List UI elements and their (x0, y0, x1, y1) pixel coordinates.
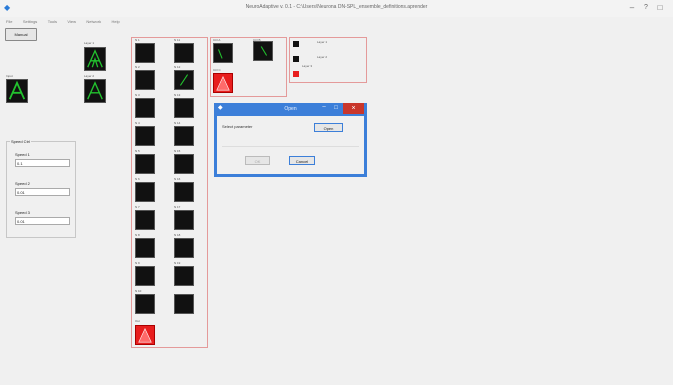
legend-swatch (293, 56, 299, 62)
neuron-tile[interactable] (174, 154, 194, 174)
neuron-tile[interactable] (135, 182, 155, 202)
tile-label: N 17 (174, 205, 181, 209)
neuron-tile[interactable] (135, 70, 155, 90)
menu-file[interactable]: File (6, 18, 12, 26)
legend-label: Layer 3 (302, 64, 313, 68)
menu-help[interactable]: Help (111, 18, 119, 26)
line-glyph-icon (260, 46, 268, 56)
neuron-tile[interactable] (174, 182, 194, 202)
dialog-close-button[interactable]: × (343, 103, 364, 114)
help-button[interactable]: ? (640, 3, 652, 13)
output-neuron-tile-active[interactable] (135, 325, 155, 345)
tile-label: N 18 (174, 233, 181, 237)
ok-button[interactable]: OK (245, 156, 270, 165)
triangle-glyph-icon (87, 49, 103, 68)
neuron-tile[interactable] (135, 210, 155, 230)
speed1-label: Speed 1 (15, 152, 30, 157)
tile-label: N 6 (135, 177, 140, 181)
speed3-label: Speed 3 (15, 210, 30, 215)
dialog-prompt: Select parameter (222, 124, 253, 129)
title-bar: ◆ NeuroAdaptive v. 0.1 - C:\Users\Neuron… (0, 0, 673, 17)
speed2-label: Speed 2 (15, 181, 30, 186)
tile-label: Ctrl A (213, 38, 221, 42)
tile-label: N 9 (135, 261, 140, 265)
legend-swatch (293, 41, 299, 47)
neuron-tile[interactable] (174, 43, 194, 63)
triangle-glyph-icon (216, 76, 230, 91)
control-neuron-tile-active[interactable] (213, 73, 233, 93)
menu-bar: File Settings Tools View Network Help (0, 18, 123, 26)
maximize-button[interactable]: □ (654, 3, 666, 13)
legend-swatch (293, 71, 299, 77)
window-title: NeuroAdaptive v. 0.1 - C:\Users\Neurona … (245, 4, 428, 10)
neuron-tile[interactable] (135, 238, 155, 258)
tile-label: N 19 (174, 261, 181, 265)
tile-label: N 13 (174, 93, 181, 97)
tile-label: N 4 (135, 121, 140, 125)
neuron-tile[interactable] (135, 43, 155, 63)
neuron-tile[interactable] (174, 266, 194, 286)
dialog-body: Select parameter Open OK Cancel (217, 116, 364, 174)
neuron-tile[interactable] (174, 98, 194, 118)
dialog-minimize-button[interactable]: – (318, 103, 330, 113)
input-neuron-tile[interactable] (6, 79, 28, 103)
neuron-tile[interactable] (135, 126, 155, 146)
open-dialog: ◆ Open – □ × Select parameter Open OK Ca… (214, 103, 367, 177)
tile-label: N 16 (174, 177, 181, 181)
neuron-tile[interactable] (174, 210, 194, 230)
menu-network[interactable]: Network (86, 18, 101, 26)
speed1-input[interactable]: 0.1 (15, 159, 70, 167)
divider (222, 146, 359, 147)
tile-label: N 11 (174, 38, 181, 42)
neuron-tile[interactable] (174, 238, 194, 258)
tile-label: N 7 (135, 205, 140, 209)
tile-label: N 3 (135, 93, 140, 97)
cancel-button[interactable]: Cancel (289, 156, 315, 165)
manual-button[interactable]: Manual (5, 28, 37, 41)
tile-label: Input (6, 74, 13, 78)
neuron-tile[interactable] (135, 266, 155, 286)
open-button[interactable]: Open (314, 123, 343, 132)
speed2-input[interactable]: 0.01 (15, 188, 70, 196)
menu-view[interactable]: View (67, 18, 76, 26)
neuron-tile[interactable] (135, 154, 155, 174)
tile-label: N 10 (135, 289, 142, 293)
neuron-tile[interactable] (135, 98, 155, 118)
tile-label: Layer 1 (84, 41, 95, 45)
line-glyph-icon (179, 74, 189, 86)
control-neuron-tile[interactable] (213, 43, 233, 63)
layer2-neuron-tile[interactable] (84, 79, 106, 103)
neuron-tile[interactable] (135, 294, 155, 314)
group-title: Speed Ctrl (10, 139, 31, 145)
menu-tools[interactable]: Tools (48, 18, 57, 26)
tile-label: Out (135, 319, 140, 323)
control-neuron-tile[interactable] (253, 41, 273, 61)
tile-label: Ctrl C (213, 68, 221, 72)
triangle-glyph-icon (8, 80, 26, 100)
triangle-glyph-icon (138, 328, 152, 343)
tile-label: N 12 (174, 65, 181, 69)
tile-label: N 1 (135, 38, 140, 42)
neuron-tile-active-green[interactable] (174, 70, 194, 90)
speed3-input[interactable]: 0.01 (15, 217, 70, 225)
tile-label: N 14 (174, 121, 181, 125)
neuron-tile[interactable] (174, 126, 194, 146)
layer1-neuron-tile[interactable] (84, 47, 106, 71)
minimize-button[interactable]: – (626, 3, 638, 13)
triangle-glyph-icon (87, 81, 103, 100)
tile-label: N 2 (135, 65, 140, 69)
line-glyph-icon (217, 49, 223, 59)
tile-label: N 15 (174, 149, 181, 153)
legend-label: Layer 1 (317, 40, 328, 44)
menu-settings[interactable]: Settings (23, 18, 37, 26)
speed-group: Speed Ctrl Speed 1 0.1 Speed 2 0.01 Spee… (6, 139, 76, 238)
tile-label: Layer 2 (84, 74, 95, 78)
dialog-maximize-button[interactable]: □ (330, 103, 342, 113)
tile-label: N 8 (135, 233, 140, 237)
neuron-tile[interactable] (174, 294, 194, 314)
tile-label: N 5 (135, 149, 140, 153)
legend-group (289, 37, 367, 83)
legend-label: Layer 2 (317, 55, 328, 59)
